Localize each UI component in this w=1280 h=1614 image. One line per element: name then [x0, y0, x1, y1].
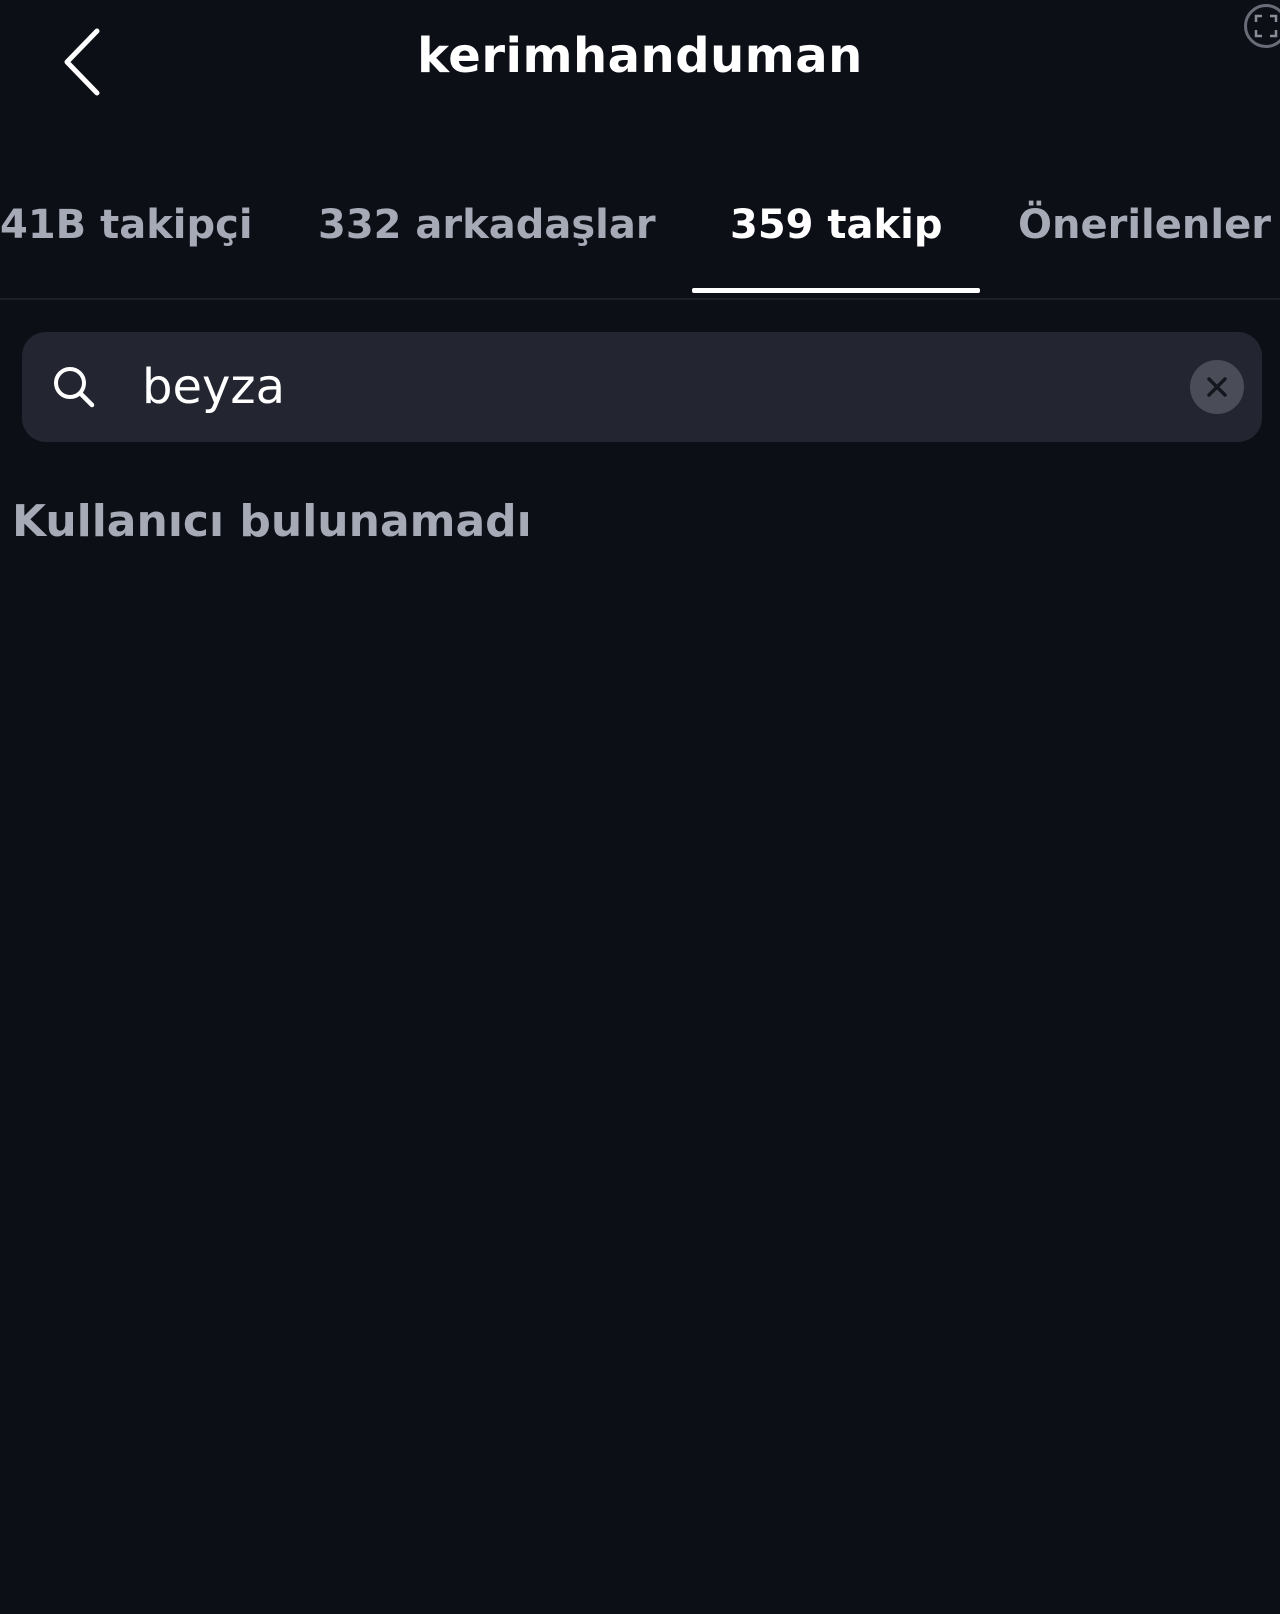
tab-friends[interactable]: 332 arkadaşlar [318, 202, 656, 248]
no-results-message: Kullanıcı bulunamadı [12, 496, 532, 547]
clear-search-button[interactable] [1190, 360, 1244, 414]
search-bar [22, 332, 1262, 442]
scan-frame-icon [1254, 14, 1278, 38]
tab-suggested[interactable]: Önerilenler [1018, 202, 1271, 248]
page-title: kerimhanduman [417, 28, 863, 84]
tab-followers[interactable]: 41B takipçi [0, 202, 253, 248]
search-input[interactable] [120, 352, 1182, 422]
active-tab-indicator [692, 288, 980, 293]
tab-following[interactable]: 359 takip [730, 202, 942, 248]
close-icon [1207, 377, 1227, 397]
top-bar: kerimhanduman [0, 0, 1280, 125]
tab-bar: 41B takipçi 332 arkadaşlar 359 takip Öne… [0, 180, 1280, 300]
scan-button[interactable] [1244, 4, 1280, 48]
search-icon [54, 367, 95, 408]
